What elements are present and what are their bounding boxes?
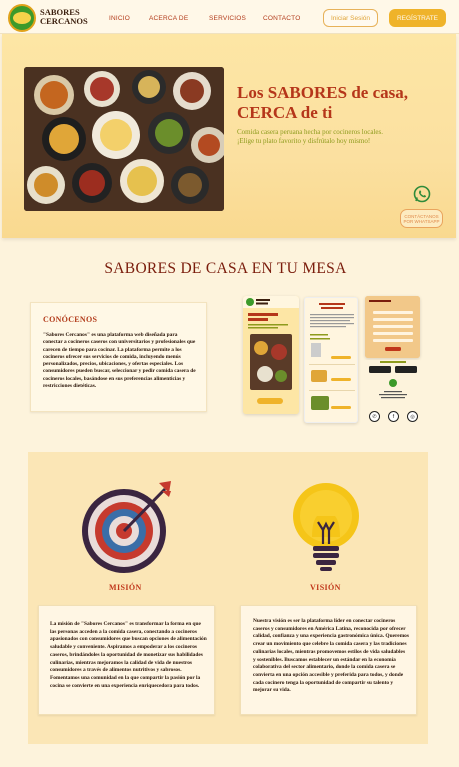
app-mockup-home [243, 296, 299, 414]
mision-label: MISIÓN [109, 583, 142, 592]
food-photo [24, 67, 224, 211]
lightbulb-icon [289, 482, 364, 577]
brand-line-2: CERCANOS [40, 16, 88, 26]
mision-card: La misión de "Sabores Cercanos" es trans… [38, 605, 215, 715]
vision-label: VISIÓN [310, 583, 341, 592]
brand-name: SABORES CERCANOS [40, 8, 88, 26]
vision-card: Nuestra visión es ser la plataforma líde… [240, 605, 417, 715]
about-text: "Sabores Cercanos" es una plataforma web… [43, 332, 196, 390]
section-title: SABORES DE CASA EN TU MESA [104, 260, 347, 277]
hero-subtitle-line-1: Comida casera peruana hecha por cocinero… [237, 128, 383, 136]
mission-vision-section: MISIÓN VISIÓN La misión de "Sabores Cerc… [28, 452, 428, 744]
hero-subtitle-line-2: ¡Elige tu plato favorito y disfrútalo ho… [237, 137, 371, 145]
whatsapp-button-line-2: POR WHATSAPP [403, 219, 440, 224]
login-button[interactable]: Iniciar Sesión [323, 9, 378, 27]
hero-subtitle: Comida casera peruana hecha por cocinero… [237, 128, 447, 146]
target-icon [79, 479, 174, 574]
nav-acerca-de[interactable]: ACERCA DE [149, 15, 188, 22]
hero-title: Los SABORES de casa, CERCA de ti [237, 83, 447, 123]
header: SABORES CERCANOS INICIO ACERCA DE SERVIC… [0, 0, 459, 34]
app-mockup-contact [365, 296, 420, 358]
nav-inicio[interactable]: INICIO [109, 15, 130, 22]
hero-title-line-2: CERCA de ti [237, 103, 333, 122]
whatsapp-contact-button[interactable]: CONTÁCTANOS POR WHATSAPP [400, 209, 443, 228]
facebook-social-icon[interactable]: f [388, 411, 399, 422]
mision-text: La misión de "Sabores Cercanos" es trans… [50, 621, 207, 689]
register-button[interactable]: REGÍSTRATE [389, 9, 446, 27]
whatsapp-social-icon[interactable]: ✆ [369, 411, 380, 422]
about-heading: CONÓCENOS [43, 315, 98, 324]
logo[interactable] [8, 4, 36, 32]
whatsapp-icon[interactable] [413, 185, 431, 203]
hero-title-line-1: Los SABORES de casa, [237, 83, 408, 102]
instagram-social-icon[interactable]: ◎ [407, 411, 418, 422]
nav-servicios[interactable]: SERVICIOS [209, 15, 246, 22]
page: SABORES CERCANOS INICIO ACERCA DE SERVIC… [0, 0, 459, 767]
nav-contacto[interactable]: CONTACTO [263, 15, 300, 22]
about-card: CONÓCENOS "Sabores Cercanos" es una plat… [30, 302, 207, 412]
vision-text: Nuestra visión es ser la plataforma líde… [253, 618, 409, 694]
app-mockup-services [304, 297, 358, 423]
hero-section: Los SABORES de casa, CERCA de ti Comida … [2, 34, 456, 238]
